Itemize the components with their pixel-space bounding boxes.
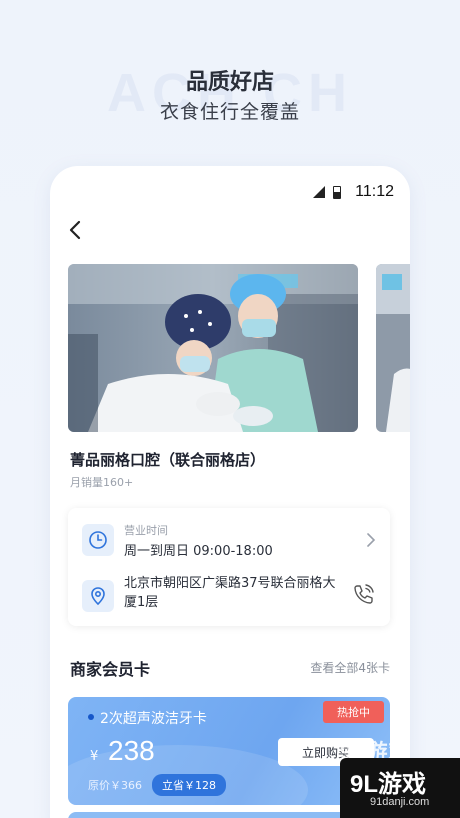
card-bullet-dot: [88, 714, 94, 720]
business-hours-value: 周一到周日 09:00-18:00: [124, 544, 273, 559]
phone-call-icon[interactable]: [352, 582, 376, 606]
location-pin-icon: [91, 587, 105, 606]
savings-badge: 立省￥128: [152, 774, 226, 796]
watermark-url: 91danji.com: [370, 796, 430, 808]
hero-title: 品质好店: [185, 70, 274, 95]
status-bar: 11:12: [313, 183, 394, 201]
hot-sale-badge: 热抢中: [323, 701, 384, 723]
member-card-price: 238: [108, 735, 155, 766]
clock-icon-box: [82, 524, 114, 556]
clinic-photo-preview: [376, 264, 410, 432]
view-all-cards-link[interactable]: 查看全部4张卡: [310, 659, 390, 676]
store-monthly-sales: 月销量160+: [70, 476, 134, 489]
business-hours-label: 营业时间: [124, 524, 168, 537]
dental-clinic-photo: [68, 264, 358, 432]
store-photo-next[interactable]: [376, 264, 410, 432]
phone-screen: 11:12 菁品丽格口腔（联合丽格店） 月销量160+ 营业时间 周一到周日 0…: [50, 166, 410, 818]
store-address: 北京市朝阳区广渠路37号联合丽格大厦1层: [124, 576, 336, 610]
price-currency: ¥: [90, 749, 99, 764]
status-time: 11:12: [355, 183, 394, 200]
member-cards-section-title: 商家会员卡: [70, 660, 151, 679]
hero-subtitle: 衣食住行全覆盖: [159, 101, 300, 123]
back-arrow-icon[interactable]: [64, 218, 88, 242]
store-name: 菁品丽格口腔（联合丽格店）: [70, 451, 266, 469]
signal-icon: [313, 186, 326, 198]
chevron-right-icon[interactable]: [364, 533, 378, 547]
store-photo[interactable]: [68, 264, 358, 432]
member-card-name: 2次超声波洁牙卡: [100, 711, 207, 727]
original-price: 原价￥366: [88, 779, 142, 792]
site-watermark-logo: 9L游戏 91danji.com: [340, 758, 460, 818]
location-icon-box: [82, 580, 114, 612]
watermark-brand: 9L游戏: [350, 771, 427, 798]
battery-icon: [333, 185, 342, 199]
clock-icon: [89, 531, 107, 549]
store-info-card: 营业时间 周一到周日 09:00-18:00 北京市朝阳区广渠路37号联合丽格大…: [68, 508, 390, 626]
